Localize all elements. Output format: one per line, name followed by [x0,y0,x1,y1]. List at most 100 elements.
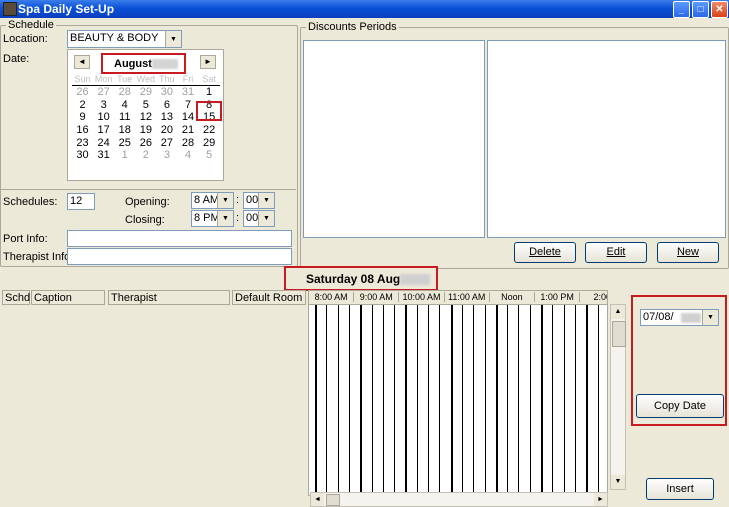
opening-minute-combo[interactable]: 00 ▼ [243,192,275,209]
calendar-day[interactable]: 16 [72,124,93,137]
maximize-button[interactable]: □ [692,1,709,18]
calendar-day[interactable]: 30 [72,149,93,162]
discounts-detail-list[interactable] [487,40,726,238]
calendar-day[interactable]: 24 [93,137,114,150]
time-slot-line [348,305,350,495]
calendar-day[interactable]: 28 [114,86,135,99]
calendar-day[interactable]: 10 [93,111,114,124]
copy-date-combo[interactable]: 07/08/ ▼ [640,309,719,326]
calendar-day[interactable]: 1 [114,149,135,162]
calendar-day[interactable]: 9 [72,111,93,124]
time-header: Noon [490,292,535,302]
opening-hour-value: 8 AM [194,194,220,206]
calendar-next-icon[interactable]: ► [200,55,216,69]
therapist-info-input[interactable] [67,248,292,265]
calendar-day[interactable]: 28 [177,137,198,150]
time-slot-line [450,305,453,495]
blurred-year [152,59,178,69]
calendar-prev-icon[interactable]: ◄ [74,55,90,69]
scroll-thumb[interactable] [612,321,626,347]
calendar-day[interactable]: 20 [156,124,177,137]
calendar-day[interactable]: 5 [135,99,156,112]
calendar-day[interactable]: 4 [177,149,198,162]
chevron-down-icon[interactable]: ▼ [258,193,274,208]
calendar-day[interactable]: 21 [177,124,198,137]
calendar-weekday: Tue [117,74,133,84]
calendar-day[interactable]: 25 [114,137,135,150]
closing-minute-combo[interactable]: 00 ▼ [243,210,275,227]
chevron-down-icon[interactable]: ▼ [702,310,718,325]
time-slot-line [394,305,396,495]
calendar-days[interactable]: 26 27 28 29 30 31 1 2 3 4 5 6 7 8 9 10 11 12 13 14 15 16 17 18 1… [72,86,220,162]
time-slot-line [315,305,317,495]
calendar-day[interactable]: 27 [93,86,114,99]
calendar-day[interactable]: 2 [135,149,156,162]
calendar-day[interactable]: 29 [135,86,156,99]
calendar-day[interactable]: 12 [135,111,156,124]
calendar-day[interactable]: 19 [135,124,156,137]
calendar-day[interactable]: 27 [156,137,177,150]
calendar-day[interactable]: 22 [199,124,220,137]
closing-label: Closing: [125,214,165,226]
discounts-list[interactable] [303,40,485,238]
calendar-day[interactable]: 30 [156,86,177,99]
calendar-day[interactable]: 11 [114,111,135,124]
scroll-right-icon[interactable]: ► [594,493,607,506]
calendar-day[interactable]: 1 [199,86,220,99]
calendar-day[interactable]: 18 [114,124,135,137]
column-header-default-room[interactable]: Default Room [232,290,306,305]
scroll-left-icon[interactable]: ◄ [311,493,324,506]
vertical-scrollbar[interactable]: ▲ ▼ [610,304,626,490]
calendar-weekday-row: Sun Mon Tue Wed Thu Fri Sat [72,74,220,86]
column-header-therapist[interactable]: Therapist [108,290,230,305]
calendar-day[interactable]: 31 [93,149,114,162]
calendar-day[interactable]: 26 [72,86,93,99]
horizontal-scrollbar[interactable]: ◄ ► [310,492,608,507]
copy-date-value: 07/08/ [643,311,674,323]
calendar-day[interactable]: 5 [199,149,220,162]
insert-button[interactable]: Insert [646,478,714,500]
edit-button[interactable]: Edit [585,242,647,263]
delete-button[interactable]: Delete [514,242,576,263]
time-grid[interactable]: 8:00 AM 9:00 AM 10:00 AM 11:00 AM Noon 1:00 P… [308,290,608,496]
calendar-day[interactable]: 4 [114,99,135,112]
scroll-down-icon[interactable]: ▼ [611,475,625,489]
port-info-input[interactable] [67,230,292,247]
chevron-down-icon[interactable]: ▼ [217,211,233,226]
opening-hour-combo[interactable]: 8 AM ▼ [191,192,234,209]
time-slot-line [563,305,565,495]
new-button[interactable]: New [657,242,719,263]
time-slots[interactable] [309,305,607,495]
time-header: 1:00 PM [535,292,581,302]
time-header: 10:00 AM [399,292,445,302]
column-header-caption[interactable]: Caption [31,290,105,305]
port-info-label: Port Info: [3,233,48,245]
time-slot-line [473,305,475,495]
month-highlight: August [101,53,186,74]
chevron-down-icon[interactable]: ▼ [165,31,181,47]
calendar-day[interactable]: 29 [199,137,220,150]
close-button[interactable]: ✕ [711,1,728,18]
calendar-day[interactable]: 3 [156,149,177,162]
closing-hour-combo[interactable]: 8 PM ▼ [191,210,234,227]
copy-date-button[interactable]: Copy Date [636,394,724,418]
calendar-day[interactable]: 13 [156,111,177,124]
column-header-schd[interactable]: Schd [2,290,30,305]
calendar-day[interactable]: 23 [72,137,93,150]
calendar-day[interactable]: 17 [93,124,114,137]
scroll-up-icon[interactable]: ▲ [611,305,625,319]
chevron-down-icon[interactable]: ▼ [217,193,233,208]
schedules-input[interactable]: 12 [67,193,95,210]
calendar-week-row: 16 17 18 19 20 21 22 [72,124,220,137]
location-label: Location: [3,33,48,45]
chevron-down-icon[interactable]: ▼ [258,211,274,226]
time-header: 2:00 [580,292,607,302]
calendar-day[interactable]: 3 [93,99,114,112]
calendar-day[interactable]: 31 [177,86,198,99]
minimize-button[interactable]: _ [673,1,690,18]
calendar-day[interactable]: 26 [135,137,156,150]
location-combo[interactable]: BEAUTY & BODY ▼ [67,30,182,48]
calendar-day[interactable]: 2 [72,99,93,112]
scroll-h-thumb[interactable] [326,494,340,506]
calendar-day[interactable]: 6 [156,99,177,112]
